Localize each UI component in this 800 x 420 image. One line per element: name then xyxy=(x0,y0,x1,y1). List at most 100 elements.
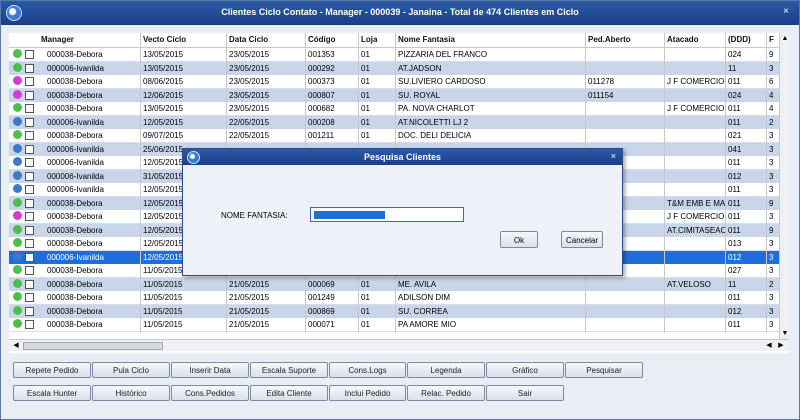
cell-loja: 01 xyxy=(361,50,370,59)
cell-ddd: 012 xyxy=(728,171,742,181)
column-header[interactable]: (DDD) xyxy=(728,35,751,44)
button-inclui-pedido[interactable]: Inclui Pedido xyxy=(329,385,406,401)
cell-ddd: 021 xyxy=(728,131,742,140)
cell-atacado: J F COMERCIO xyxy=(667,212,725,221)
cell-manager: 000006-Ivanilda xyxy=(47,144,104,154)
status-legend-icon xyxy=(13,76,22,85)
column-header[interactable]: Vecto Ciclo xyxy=(143,35,186,44)
button-relac-pedido[interactable]: Relac. Pedido xyxy=(407,385,485,401)
button-escala-hunter[interactable]: Escala Hunter xyxy=(13,385,91,401)
cell-ddd: 011 xyxy=(728,77,741,86)
horizontal-scrollbar[interactable]: ◀ ◀ ▶ xyxy=(9,339,789,351)
column-header[interactable]: Data Ciclo xyxy=(229,35,268,44)
status-legend-icon xyxy=(13,89,22,99)
row-checkbox[interactable] xyxy=(25,63,34,73)
cell-manager: 000038-Debora xyxy=(47,77,103,86)
cell-extra: 3 xyxy=(769,293,774,302)
column-header[interactable]: Manager xyxy=(41,35,74,44)
cell-ddd: 024 xyxy=(728,90,742,100)
column-header[interactable]: Atacado xyxy=(667,35,699,44)
button-cons-pedidos[interactable]: Cons.Pedidos xyxy=(171,385,249,401)
row-checkbox[interactable] xyxy=(25,293,34,302)
button-escala-suporte[interactable]: Escala Suporte xyxy=(250,362,328,378)
row-checkbox[interactable] xyxy=(25,131,34,140)
column-header[interactable]: Ped.Aberto xyxy=(588,35,631,44)
cancel-button[interactable]: Cancelar xyxy=(561,231,603,248)
cell-nome: AT.JADSON xyxy=(398,63,442,73)
row-checkbox[interactable] xyxy=(25,171,34,181)
row-checkbox[interactable] xyxy=(25,279,34,289)
title-bar: Clientes Ciclo Contato - Manager - 00003… xyxy=(1,1,799,25)
status-legend-icon xyxy=(13,251,22,261)
row-checkbox[interactable] xyxy=(25,104,34,113)
row-checkbox[interactable] xyxy=(25,225,34,235)
row-checkbox[interactable] xyxy=(25,266,34,275)
column-header[interactable]: Código xyxy=(308,35,336,44)
row-checkbox[interactable] xyxy=(25,212,34,221)
ok-button[interactable]: Ok xyxy=(500,231,538,248)
cell-vecto: 12/05/2015 xyxy=(143,225,184,235)
cell-nome: DOC. DELI DELICIA xyxy=(398,131,472,140)
button-repete-pedido[interactable]: Repete Pedido xyxy=(13,362,91,378)
button-hist-rico[interactable]: Histórico xyxy=(92,385,170,401)
scrollbar-thumb[interactable] xyxy=(23,342,163,350)
scroll-left-icon[interactable]: ◀ xyxy=(11,340,21,351)
row-checkbox[interactable] xyxy=(25,117,34,127)
nome-fantasia-label: NOME FANTASIA: xyxy=(221,211,288,220)
row-checkbox[interactable] xyxy=(25,144,34,154)
close-icon[interactable]: × xyxy=(779,6,793,18)
cell-manager: 000006-Ivanilda xyxy=(47,63,104,73)
row-checkbox[interactable] xyxy=(25,185,34,194)
button-sair[interactable]: Sair xyxy=(486,385,564,401)
status-legend-icon xyxy=(13,170,22,180)
cell-vecto: 13/05/2015 xyxy=(143,63,184,73)
cell-ddd: 011 xyxy=(728,158,741,167)
nome-fantasia-input[interactable] xyxy=(310,207,464,222)
button-pula-ciclo[interactable]: Pula Ciclo xyxy=(92,362,170,378)
row-checkbox[interactable] xyxy=(25,50,34,59)
cell-data: 23/05/2015 xyxy=(229,50,270,59)
row-checkbox[interactable] xyxy=(25,158,34,167)
button-inserir-data[interactable]: Inserir Data xyxy=(171,362,249,378)
vertical-scrollbar[interactable]: ▲ ▼ xyxy=(779,33,790,339)
cell-data: 21/05/2015 xyxy=(229,306,270,316)
cell-manager: 000006-Ivanilda xyxy=(47,117,104,127)
cell-loja: 01 xyxy=(361,63,370,73)
status-legend-icon xyxy=(13,49,22,58)
cell-ddd: 011 xyxy=(728,225,741,235)
cell-ddd: 012 xyxy=(728,252,742,262)
row-checkbox[interactable] xyxy=(25,198,34,208)
cell-ddd: 011 xyxy=(728,104,741,113)
cell-vecto: 13/05/2015 xyxy=(143,104,184,113)
column-header[interactable]: Nome Fantasia xyxy=(398,35,455,44)
grid-column-divider xyxy=(766,33,767,333)
cell-codigo: 000682 xyxy=(308,104,335,113)
scroll-up-icon[interactable]: ▲ xyxy=(781,34,789,43)
row-checkbox[interactable] xyxy=(25,77,34,86)
scroll-down-icon[interactable]: ▼ xyxy=(781,329,789,338)
column-header[interactable]: Loja xyxy=(361,35,377,44)
cell-manager: 000038-Debora xyxy=(47,90,103,100)
button-pesquisar[interactable]: Pesquisar xyxy=(565,362,643,378)
dialog-close-icon[interactable]: × xyxy=(611,151,616,161)
button-cons-logs[interactable]: Cons.Logs xyxy=(329,362,406,378)
cell-ddd: 11 xyxy=(728,63,737,73)
row-checkbox[interactable] xyxy=(25,239,34,248)
cell-codigo: 000208 xyxy=(308,117,335,127)
scroll-right-icon[interactable]: ▶ xyxy=(776,340,786,351)
status-legend-icon xyxy=(13,238,22,247)
cell-extra: 2 xyxy=(769,117,774,127)
scroll-left-icon-right[interactable]: ◀ xyxy=(764,340,774,351)
button-gr-fico[interactable]: Gráfico xyxy=(486,362,564,378)
cell-codigo: 000869 xyxy=(308,306,335,316)
cell-ddd: 011 xyxy=(728,117,741,127)
row-checkbox[interactable] xyxy=(25,306,34,316)
cell-extra: 3 xyxy=(769,144,774,154)
row-checkbox[interactable] xyxy=(25,252,34,262)
cell-codigo: 000373 xyxy=(308,77,335,86)
button-legenda[interactable]: Legenda xyxy=(407,362,485,378)
row-checkbox[interactable] xyxy=(25,90,34,100)
row-checkbox[interactable] xyxy=(25,320,34,329)
button-edita-cliente[interactable]: Edita Cliente xyxy=(250,385,328,401)
column-header[interactable]: F xyxy=(769,35,774,44)
